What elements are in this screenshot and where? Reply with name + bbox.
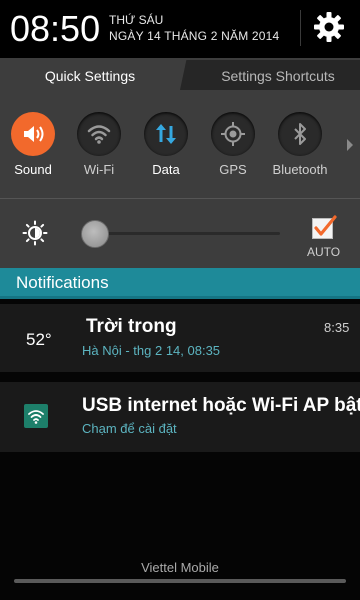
- date-text: NGÀY 14 THÁNG 2 NĂM 2014: [109, 29, 280, 43]
- notification-title: Trời trong: [86, 316, 177, 337]
- data-toggle[interactable]: Data: [134, 112, 198, 177]
- bluetooth-label: Bluetooth: [272, 162, 328, 177]
- wifi-label: Wi-Fi: [83, 162, 115, 177]
- gps-toggle[interactable]: GPS: [201, 112, 265, 177]
- wifi-toggle[interactable]: Wi-Fi: [67, 112, 131, 177]
- brightness-icon: [22, 220, 48, 246]
- bluetooth-toggle[interactable]: Bluetooth: [268, 112, 332, 177]
- clock-time: 08:50: [10, 8, 101, 49]
- brightness-slider[interactable]: [92, 232, 280, 235]
- gear-icon[interactable]: [312, 10, 346, 44]
- notification-title: USB internet hoặc Wi-Fi AP bật: [82, 395, 360, 416]
- notification-subtitle: Chạm để cài đặt: [82, 421, 177, 436]
- data-icon[interactable]: [144, 112, 188, 156]
- data-label: Data: [152, 162, 180, 177]
- tab-settings-shortcuts-label[interactable]: Settings Shortcuts: [198, 68, 358, 84]
- wifi-icon[interactable]: [77, 112, 121, 156]
- sound-icon[interactable]: [11, 112, 55, 156]
- notification-time: 8:35: [324, 320, 350, 335]
- header-divider: [300, 10, 301, 46]
- carrier-label: Viettel Mobile: [141, 560, 219, 575]
- bluetooth-icon[interactable]: [278, 112, 322, 156]
- auto-brightness-label: AUTO: [307, 245, 341, 259]
- sound-label: Sound: [14, 162, 52, 177]
- chevron-right-icon[interactable]: [344, 137, 356, 153]
- notification-subtitle: Hà Nội - thg 2 14, 08:35: [82, 343, 221, 358]
- notification-tethering[interactable]: [0, 382, 360, 452]
- drag-handle[interactable]: [14, 579, 346, 583]
- sound-toggle[interactable]: Sound: [1, 112, 65, 177]
- auto-brightness-checkbox[interactable]: [311, 215, 337, 241]
- brightness-slider-thumb[interactable]: [81, 220, 109, 248]
- day-name: THỨ SÁU: [109, 13, 164, 27]
- wifi-icon: [24, 404, 48, 428]
- notifications-title: Notifications: [16, 273, 109, 292]
- gps-label: GPS: [219, 162, 247, 177]
- tab-quick-settings-label[interactable]: Quick Settings: [0, 68, 180, 84]
- notification-weather[interactable]: [0, 304, 360, 372]
- temperature-badge: 52°: [26, 330, 52, 349]
- notifications-divider: [0, 296, 360, 299]
- gps-icon[interactable]: [211, 112, 255, 156]
